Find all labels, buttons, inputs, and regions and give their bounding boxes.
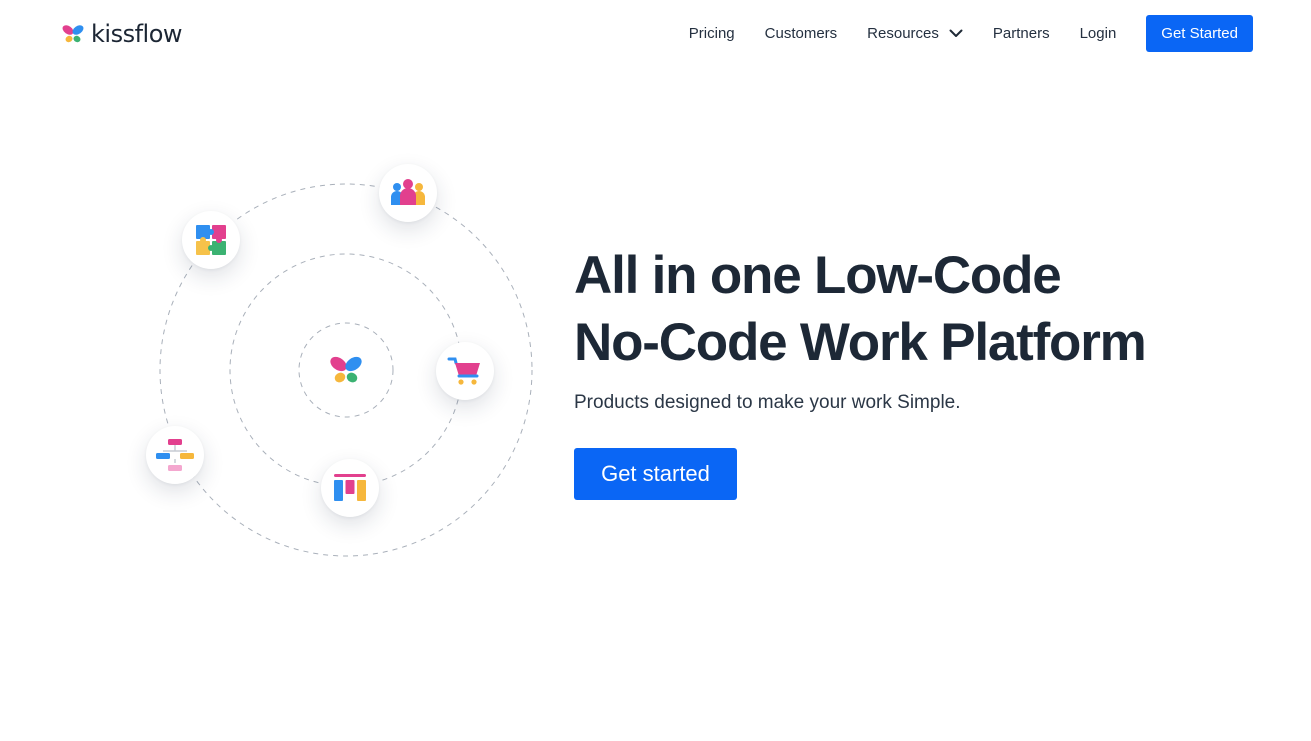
puzzle-bubble bbox=[182, 211, 240, 269]
puzzle-icon bbox=[196, 225, 226, 255]
kanban-bubble bbox=[321, 459, 379, 517]
flowchart-bubble bbox=[146, 426, 204, 484]
kissflow-butterfly-icon bbox=[330, 356, 362, 383]
nav-resources[interactable]: Resources bbox=[867, 25, 963, 42]
nav-pricing[interactable]: Pricing bbox=[689, 25, 735, 42]
nav-login[interactable]: Login bbox=[1080, 25, 1117, 42]
chevron-down-icon bbox=[949, 29, 963, 37]
people-bubble bbox=[379, 164, 437, 222]
people-icon bbox=[391, 179, 425, 205]
flowchart-icon bbox=[156, 439, 194, 471]
hero-title-line-1: All in one Low-Code bbox=[574, 246, 1062, 305]
cart-bubble bbox=[436, 342, 494, 400]
landing-page: kissflow Pricing Customers Resources Par… bbox=[0, 0, 1311, 741]
nav-partners[interactable]: Partners bbox=[993, 25, 1050, 42]
nav-customers[interactable]: Customers bbox=[765, 25, 838, 42]
orbit-illustration bbox=[0, 0, 600, 620]
top-navigation: Pricing Customers Resources Partners Log… bbox=[689, 14, 1253, 52]
kanban-board-icon bbox=[334, 474, 366, 501]
hero-title-line-2: No-Code Work Platform bbox=[574, 313, 1147, 372]
nav-resources-label: Resources bbox=[867, 24, 939, 42]
center-butterfly bbox=[328, 352, 364, 388]
get-started-nav-button[interactable]: Get Started bbox=[1146, 14, 1253, 52]
get-started-hero-button[interactable]: Get started bbox=[574, 448, 737, 500]
hero-subtitle: Products designed to make your work Simp… bbox=[574, 392, 961, 413]
cart-icon bbox=[447, 357, 480, 385]
hero-title: All in one Low-Code No-Code Work Platfor… bbox=[574, 242, 1214, 376]
orbit-rings bbox=[159, 183, 533, 557]
